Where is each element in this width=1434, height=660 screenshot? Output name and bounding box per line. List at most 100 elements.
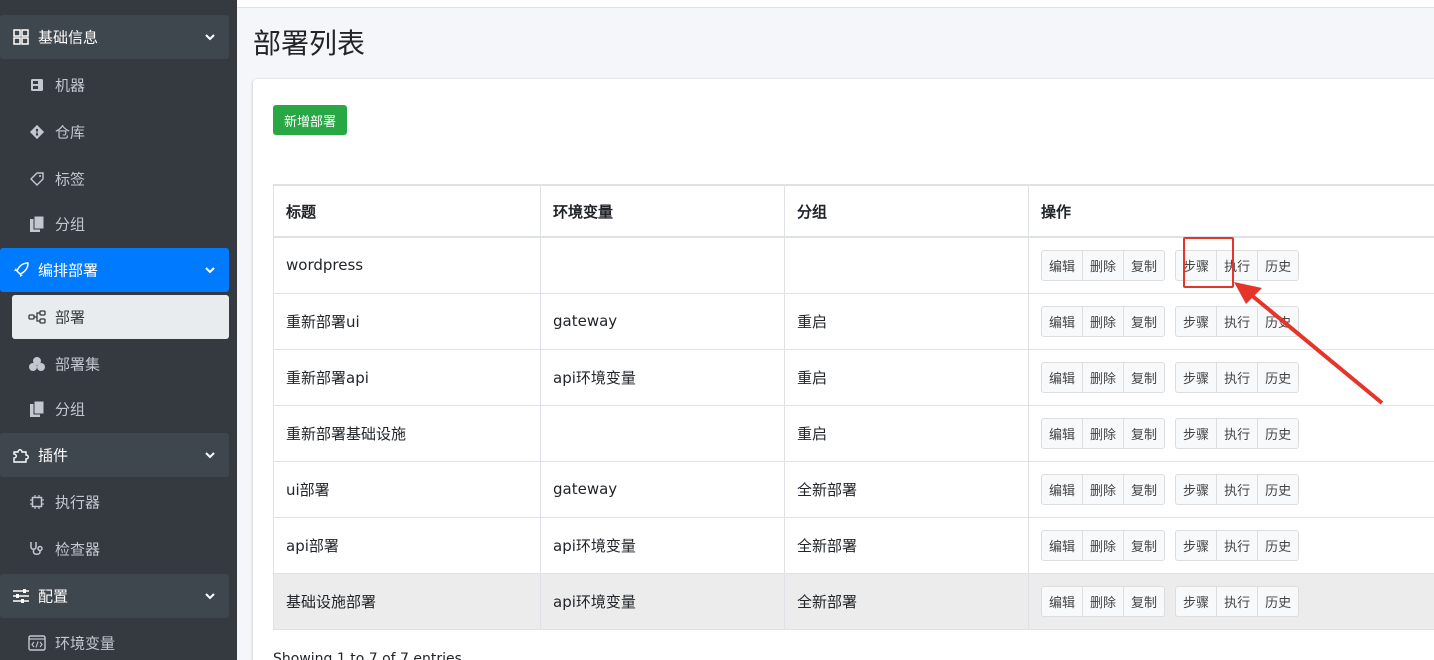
run-button[interactable]: 执行 xyxy=(1216,417,1259,449)
run-button[interactable]: 执行 xyxy=(1216,529,1259,561)
history-button[interactable]: 历史 xyxy=(1257,529,1300,561)
action-buttons: 编辑 删除 复制 步骤 执行 历史 xyxy=(1041,473,1430,505)
table-header-row: 标题 环境变量 分组 操作 xyxy=(273,184,1434,238)
sidebar-item-repositories[interactable]: 仓库 xyxy=(0,110,237,154)
history-button[interactable]: 历史 xyxy=(1257,585,1300,617)
steps-button[interactable]: 步骤 xyxy=(1175,417,1218,449)
cell-actions: 编辑 删除 复制 步骤 执行 历史 xyxy=(1028,404,1434,462)
edit-button[interactable]: 编辑 xyxy=(1041,249,1084,281)
sidebar-item-label: 部署集 xyxy=(55,355,101,374)
copy-button[interactable]: 复制 xyxy=(1123,249,1166,281)
edit-button[interactable]: 编辑 xyxy=(1041,473,1084,505)
button-group: 步骤 执行 历史 xyxy=(1175,585,1300,617)
column-header-title[interactable]: 标题 xyxy=(273,184,541,238)
column-header-env[interactable]: 环境变量 xyxy=(540,184,785,238)
copy-icon xyxy=(28,400,46,418)
rocket-icon xyxy=(12,261,30,279)
top-navbar xyxy=(237,0,1434,8)
sidebar-item-label: 分组 xyxy=(55,215,86,234)
table-info: Showing 1 to 7 of 7 entries xyxy=(273,651,462,660)
chevron-down-icon xyxy=(205,267,215,274)
sliders-icon xyxy=(12,587,30,605)
button-group: 步骤 执行 历史 xyxy=(1175,417,1300,449)
delete-button[interactable]: 删除 xyxy=(1082,529,1125,561)
steps-button[interactable]: 步骤 xyxy=(1175,585,1218,617)
copy-icon xyxy=(28,215,46,233)
sidebar-item-tags[interactable]: 标签 xyxy=(0,157,237,201)
delete-button[interactable]: 删除 xyxy=(1082,473,1125,505)
action-buttons: 编辑 删除 复制 步骤 执行 历史 xyxy=(1041,529,1430,561)
nav-section-basic-info[interactable]: 基础信息 xyxy=(0,15,229,59)
nav-section-config[interactable]: 配置 xyxy=(0,574,229,618)
edit-button[interactable]: 编辑 xyxy=(1041,361,1084,393)
steps-button[interactable]: 步骤 xyxy=(1175,305,1218,337)
button-group: 编辑 删除 复制 xyxy=(1041,249,1166,281)
delete-button[interactable]: 删除 xyxy=(1082,361,1125,393)
sidebar-item-label: 执行器 xyxy=(55,493,101,512)
sidebar-item-machines[interactable]: 机器 xyxy=(0,63,237,107)
run-button[interactable]: 执行 xyxy=(1216,585,1259,617)
cell-group: 全新部署 xyxy=(784,460,1029,518)
table-row: 基础设施部署 api环境变量 全新部署 编辑 删除 复制 步骤 执行 历史 xyxy=(273,572,1434,630)
button-group: 编辑 删除 复制 xyxy=(1041,361,1166,393)
copy-button[interactable]: 复制 xyxy=(1123,473,1166,505)
page-title: 部署列表 xyxy=(253,27,366,60)
copy-button[interactable]: 复制 xyxy=(1123,361,1166,393)
edit-button[interactable]: 编辑 xyxy=(1041,305,1084,337)
sidebar-item-checkers[interactable]: 检查器 xyxy=(0,527,237,571)
column-header-group[interactable]: 分组 xyxy=(784,184,1029,238)
nav-section-label: 基础信息 xyxy=(38,28,99,47)
delete-button[interactable]: 删除 xyxy=(1082,417,1125,449)
delete-button[interactable]: 删除 xyxy=(1082,305,1125,337)
sidebar-item-groups-2[interactable]: 分组 xyxy=(0,387,237,431)
button-group: 编辑 删除 复制 xyxy=(1041,417,1166,449)
steps-button[interactable]: 步骤 xyxy=(1175,529,1218,561)
copy-button[interactable]: 复制 xyxy=(1123,529,1166,561)
sidebar-item-label: 部署 xyxy=(55,308,86,327)
edit-button[interactable]: 编辑 xyxy=(1041,529,1084,561)
delete-button[interactable]: 删除 xyxy=(1082,249,1125,281)
copy-button[interactable]: 复制 xyxy=(1123,417,1166,449)
grid-icon xyxy=(12,28,30,46)
cell-title: wordpress xyxy=(273,236,541,294)
sidebar-item-label: 分组 xyxy=(55,400,86,419)
cell-env: gateway xyxy=(540,292,785,350)
action-buttons: 编辑 删除 复制 步骤 执行 历史 xyxy=(1041,585,1430,617)
cell-actions: 编辑 删除 复制 步骤 执行 历史 xyxy=(1028,572,1434,630)
edit-button[interactable]: 编辑 xyxy=(1041,585,1084,617)
cell-env: api环境变量 xyxy=(540,348,785,406)
steps-button[interactable]: 步骤 xyxy=(1175,473,1218,505)
code-file-icon xyxy=(28,634,46,652)
puzzle-icon xyxy=(12,446,30,464)
history-button[interactable]: 历史 xyxy=(1257,417,1300,449)
table-row: ui部署 gateway 全新部署 编辑 删除 复制 步骤 执行 历史 xyxy=(273,460,1434,518)
sidebar-item-env-vars[interactable]: 环境变量 xyxy=(0,621,237,660)
nav-section-plugins[interactable]: 插件 xyxy=(0,433,229,477)
steps-button[interactable]: 步骤 xyxy=(1175,361,1218,393)
run-button[interactable]: 执行 xyxy=(1216,473,1259,505)
sidebar-item-label: 标签 xyxy=(55,170,86,189)
cell-env: api环境变量 xyxy=(540,572,785,630)
sidebar-item-deployments[interactable]: 部署 xyxy=(12,295,229,339)
add-deployment-button[interactable]: 新增部署 xyxy=(273,105,347,135)
cell-group: 全新部署 xyxy=(784,516,1029,574)
sidebar-item-groups[interactable]: 分组 xyxy=(0,202,237,246)
table-row: 重新部署基础设施 重启 编辑 删除 复制 步骤 执行 历史 xyxy=(273,404,1434,462)
chevron-down-icon xyxy=(205,34,215,41)
button-group: 编辑 删除 复制 xyxy=(1041,305,1166,337)
action-buttons: 编辑 删除 复制 步骤 执行 历史 xyxy=(1041,417,1430,449)
copy-button[interactable]: 复制 xyxy=(1123,585,1166,617)
button-group: 步骤 执行 历史 xyxy=(1175,473,1300,505)
history-button[interactable]: 历史 xyxy=(1257,473,1300,505)
sidebar-item-executors[interactable]: 执行器 xyxy=(0,480,237,524)
nav-section-label: 插件 xyxy=(38,446,69,465)
cell-actions: 编辑 删除 复制 步骤 执行 历史 xyxy=(1028,516,1434,574)
edit-button[interactable]: 编辑 xyxy=(1041,417,1084,449)
nav-section-orchestration[interactable]: 编排部署 xyxy=(0,248,229,292)
delete-button[interactable]: 删除 xyxy=(1082,585,1125,617)
nav-section-label: 配置 xyxy=(38,587,69,606)
annotation-arrow-icon xyxy=(1234,282,1384,405)
cell-group: 全新部署 xyxy=(784,572,1029,630)
copy-button[interactable]: 复制 xyxy=(1123,305,1166,337)
sidebar-item-deployment-sets[interactable]: 部署集 xyxy=(0,342,237,386)
